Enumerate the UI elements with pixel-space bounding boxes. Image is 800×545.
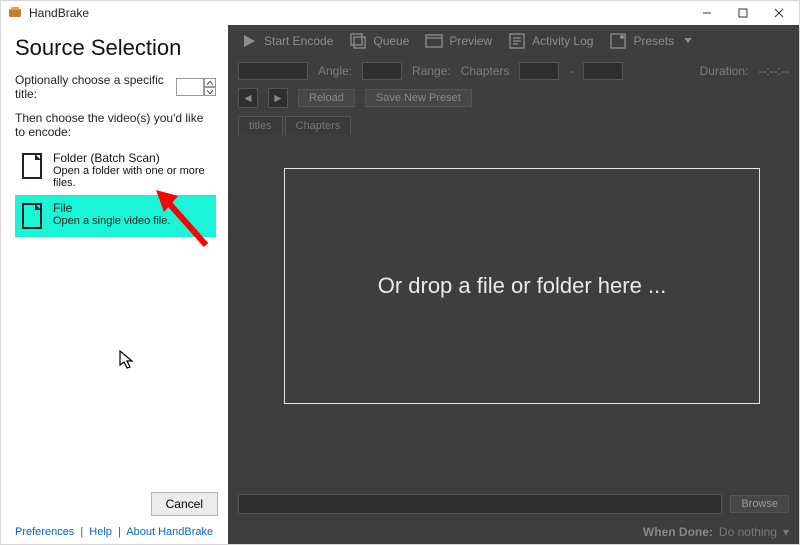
chevron-down-icon	[684, 38, 692, 43]
presets-button[interactable]: Presets	[603, 28, 698, 54]
activity-log-button[interactable]: Activity Log	[502, 28, 599, 54]
queue-button[interactable]: Queue	[343, 28, 415, 54]
source-heading: Source Selection	[15, 35, 216, 61]
footer-links: Preferences | Help | About HandBrake	[15, 526, 213, 538]
annotation-arrow	[156, 190, 216, 250]
preset-row: ◄ ► Reload Save New Preset	[228, 84, 799, 112]
duration-label: Duration:	[700, 64, 749, 78]
source-selection-panel: Source Selection Optionally choose a spe…	[1, 25, 228, 544]
close-button[interactable]	[761, 1, 797, 25]
range-value[interactable]: Chapters	[461, 64, 510, 78]
main-dimmed-area: Start Encode Queue Preview Activity Log …	[228, 25, 799, 544]
help-link[interactable]: Help	[89, 526, 112, 538]
cursor-icon	[119, 350, 135, 370]
log-icon	[508, 32, 526, 50]
save-path-input[interactable]	[238, 494, 722, 514]
cancel-button[interactable]: Cancel	[151, 492, 218, 516]
spinner-down-button[interactable]	[204, 87, 216, 96]
file-icon	[21, 201, 45, 231]
tabs: titles Chapters	[228, 112, 799, 135]
save-row: Browse	[228, 490, 799, 518]
folder-option-title: Folder (Batch Scan)	[53, 151, 210, 165]
preset-prev-button[interactable]: ◄	[238, 88, 258, 108]
angle-label: Angle:	[318, 64, 352, 78]
titlebar: HandBrake	[1, 1, 799, 25]
window-title: HandBrake	[29, 6, 89, 20]
activity-log-label: Activity Log	[532, 34, 593, 48]
minimize-button[interactable]	[689, 1, 725, 25]
main-toolbar: Start Encode Queue Preview Activity Log …	[228, 23, 799, 58]
start-encode-label: Start Encode	[264, 34, 333, 48]
preview-icon	[425, 32, 443, 50]
specific-title-row: Optionally choose a specific title:	[15, 73, 216, 101]
status-bar: When Done: Do nothing ▾	[228, 520, 799, 544]
preview-label: Preview	[449, 34, 492, 48]
tab-chapters[interactable]: Chapters	[285, 116, 352, 135]
file-option-title: File	[53, 201, 170, 215]
queue-icon	[349, 32, 367, 50]
then-choose-label: Then choose the video(s) you'd like to e…	[15, 111, 216, 139]
presets-label: Presets	[633, 34, 674, 48]
when-done-label: When Done:	[643, 525, 713, 539]
tab-titles[interactable]: titles	[238, 116, 283, 135]
link-separator: |	[80, 526, 83, 538]
title-config-row: Angle: Range: Chapters - Duration: --:--…	[228, 58, 799, 84]
through-label: -	[569, 64, 573, 78]
when-done-caret: ▾	[783, 525, 789, 539]
source-option-folder[interactable]: Folder (Batch Scan) Open a folder with o…	[15, 145, 216, 195]
angle-select[interactable]	[362, 62, 402, 80]
chapter-start-select[interactable]	[519, 62, 559, 80]
folder-icon	[21, 151, 45, 181]
link-separator: |	[118, 526, 121, 538]
save-new-preset-button[interactable]: Save New Preset	[365, 89, 472, 107]
duration-value: --:--:--	[758, 64, 789, 78]
spinner-up-button[interactable]	[204, 78, 216, 87]
title-spinner-input[interactable]	[176, 78, 204, 96]
preferences-link[interactable]: Preferences	[15, 526, 74, 538]
app-icon	[7, 5, 23, 21]
range-label: Range:	[412, 64, 451, 78]
browse-button[interactable]: Browse	[730, 495, 789, 513]
title-spinner[interactable]	[176, 78, 216, 96]
presets-icon	[609, 32, 627, 50]
folder-option-subtitle: Open a folder with one or more files.	[53, 165, 210, 189]
drop-zone[interactable]: Or drop a file or folder here ...	[284, 168, 760, 404]
title-select[interactable]	[238, 62, 308, 80]
reload-button[interactable]: Reload	[298, 89, 355, 107]
preset-next-button[interactable]: ►	[268, 88, 288, 108]
file-option-subtitle: Open a single video file.	[53, 215, 170, 227]
play-icon	[240, 32, 258, 50]
chapter-end-select[interactable]	[583, 62, 623, 80]
specific-title-label: Optionally choose a specific title:	[15, 73, 170, 101]
about-link[interactable]: About HandBrake	[126, 526, 213, 538]
drop-zone-text: Or drop a file or folder here ...	[378, 273, 667, 299]
preview-button[interactable]: Preview	[419, 28, 498, 54]
queue-label: Queue	[373, 34, 409, 48]
start-encode-button[interactable]: Start Encode	[234, 28, 339, 54]
when-done-value[interactable]: Do nothing	[719, 525, 777, 539]
maximize-button[interactable]	[725, 1, 761, 25]
